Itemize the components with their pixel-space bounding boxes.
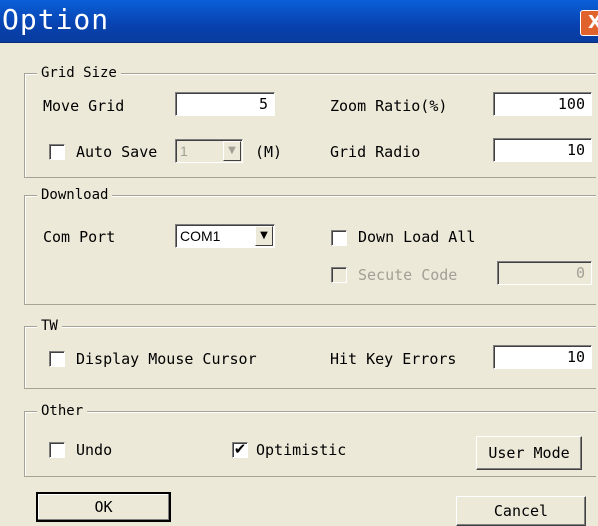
chevron-down-icon[interactable]: ▼ bbox=[255, 226, 273, 246]
down-load-all-checkbox[interactable] bbox=[331, 230, 347, 246]
com-port-select[interactable]: COM1 ▼ bbox=[175, 224, 275, 248]
secute-code-checkbox bbox=[331, 267, 347, 283]
undo-label: Undo bbox=[76, 441, 113, 459]
display-mouse-cursor-label: Display Mouse Cursor bbox=[76, 350, 257, 368]
auto-save-select: 1 ▼ bbox=[175, 139, 243, 163]
window-title: Option bbox=[2, 3, 110, 36]
display-mouse-cursor-checkbox[interactable] bbox=[49, 351, 65, 367]
secute-code-input: 0 bbox=[497, 261, 592, 285]
close-icon: X bbox=[588, 12, 598, 33]
com-port-label: Com Port bbox=[43, 228, 116, 246]
zoom-ratio-input[interactable]: 100 bbox=[493, 92, 592, 116]
user-mode-button[interactable]: User Mode bbox=[476, 436, 582, 470]
optimistic-label: Optimistic bbox=[256, 441, 347, 459]
undo-checkbox[interactable] bbox=[49, 442, 65, 458]
download-group: Download bbox=[24, 186, 596, 305]
tw-legend: TW bbox=[37, 317, 62, 335]
auto-save-label: Auto Save bbox=[76, 143, 158, 161]
zoom-ratio-label: Zoom Ratio(%) bbox=[330, 97, 448, 115]
ok-button[interactable]: OK bbox=[36, 492, 171, 522]
auto-save-unit: (M) bbox=[255, 143, 283, 161]
com-port-select-value: COM1 bbox=[180, 228, 221, 244]
check-icon: ✔ bbox=[233, 440, 247, 458]
auto-save-checkbox[interactable] bbox=[49, 144, 65, 160]
secute-code-label: Secute Code bbox=[358, 266, 458, 284]
cancel-button[interactable]: Cancel bbox=[456, 496, 586, 526]
title-bar: Option X bbox=[0, 0, 598, 43]
other-legend: Other bbox=[37, 402, 88, 420]
grid-radio-label: Grid Radio bbox=[330, 143, 421, 161]
chevron-down-icon: ▼ bbox=[223, 141, 241, 161]
hit-key-errors-input[interactable]: 10 bbox=[493, 345, 592, 369]
optimistic-checkbox[interactable]: ✔ bbox=[232, 442, 248, 458]
auto-save-select-value: 1 bbox=[180, 143, 188, 159]
grid-radio-input[interactable]: 10 bbox=[493, 138, 592, 162]
download-legend: Download bbox=[37, 186, 113, 204]
move-grid-label: Move Grid bbox=[43, 97, 125, 115]
move-grid-input[interactable]: 5 bbox=[175, 92, 275, 116]
down-load-all-label: Down Load All bbox=[358, 228, 476, 246]
close-button[interactable]: X bbox=[580, 10, 598, 36]
hit-key-errors-label: Hit Key Errors bbox=[330, 350, 457, 368]
grid-size-legend: Grid Size bbox=[37, 64, 121, 82]
grid-size-group: Grid Size bbox=[24, 64, 596, 178]
